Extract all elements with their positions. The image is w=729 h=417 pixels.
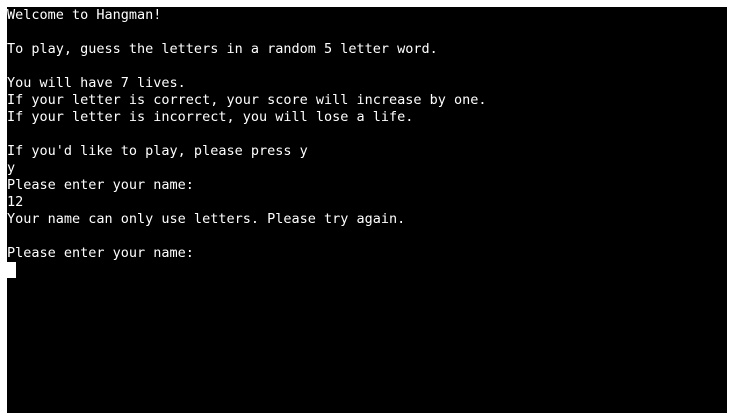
terminal-line-name-prompt: Please enter your name:	[7, 177, 194, 193]
terminal-window[interactable]: Welcome to Hangman! To play, guess the l…	[7, 7, 727, 413]
terminal-line-user-input: y	[7, 160, 16, 176]
terminal-line-user-input: 12	[7, 194, 24, 210]
terminal-line-incorrect-rule: If your letter is incorrect, you will lo…	[7, 109, 414, 125]
terminal-line-welcome: Welcome to Hangman!	[7, 7, 162, 23]
terminal-line-name-prompt: Please enter your name:	[7, 245, 194, 261]
terminal-line-error-message: Your name can only use letters. Please t…	[7, 211, 406, 227]
terminal-line-play-prompt: If you'd like to play, please press y	[7, 143, 308, 159]
text-cursor[interactable]	[7, 262, 16, 278]
terminal-line-instructions: To play, guess the letters in a random 5…	[7, 41, 438, 57]
terminal-line-lives: You will have 7 lives.	[7, 75, 186, 91]
terminal-line-correct-rule: If your letter is correct, your score wi…	[7, 92, 487, 108]
